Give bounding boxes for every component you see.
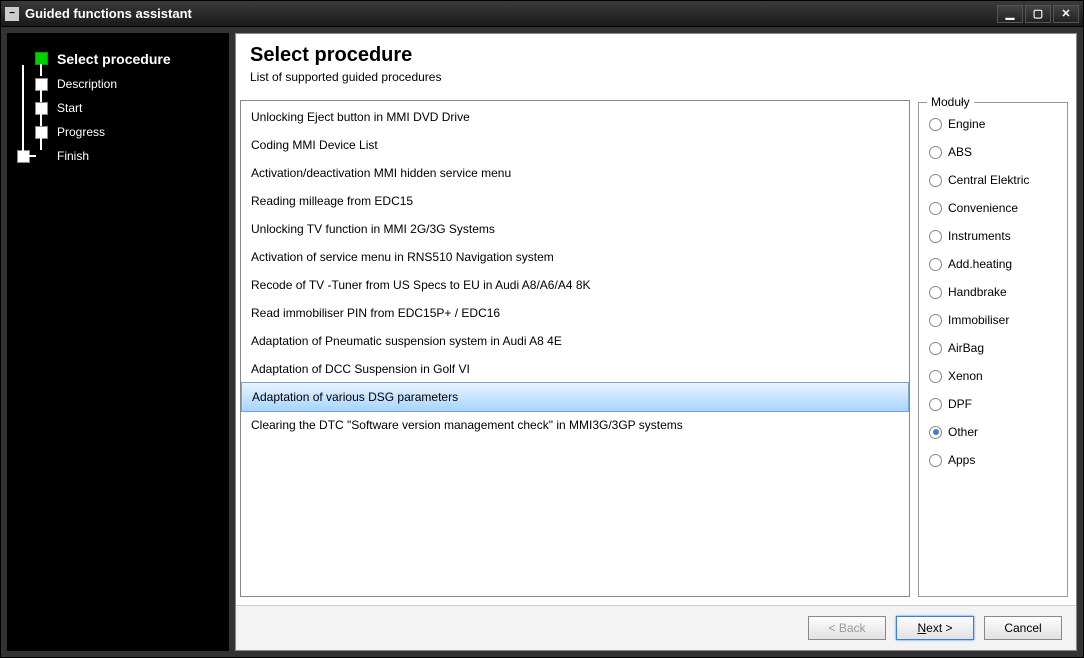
module-radio-item[interactable]: Other (929, 425, 1057, 439)
back-label: < Back (828, 621, 865, 635)
cancel-button[interactable]: Cancel (984, 616, 1062, 640)
module-label: Handbrake (948, 285, 1007, 299)
page-title: Select procedure (250, 44, 1062, 67)
minimize-button[interactable]: ▁ (997, 5, 1023, 23)
step-label: Select procedure (57, 51, 171, 67)
module-radio-item[interactable]: Apps (929, 453, 1057, 467)
window-body: Select procedure Description Start Progress… (1, 27, 1083, 657)
module-label: Convenience (948, 201, 1018, 215)
radio-icon (929, 230, 942, 243)
step-item[interactable]: Start (35, 97, 221, 119)
module-label: AirBag (948, 341, 984, 355)
module-radio-item[interactable]: Central Elektric (929, 173, 1057, 187)
radio-icon (929, 118, 942, 131)
module-radio-item[interactable]: Xenon (929, 369, 1057, 383)
radio-icon (929, 426, 942, 439)
module-label: Xenon (948, 369, 983, 383)
main-area: Select procedure List of supported guide… (235, 33, 1077, 651)
step-list: Select procedure Description Start Progress… (35, 47, 221, 167)
back-button: < Back (808, 616, 886, 640)
procedure-item[interactable]: Coding MMI Device List (241, 131, 909, 159)
radio-icon (929, 286, 942, 299)
module-label: Add.heating (948, 257, 1012, 271)
procedure-item[interactable]: Clearing the DTC "Software version manag… (241, 411, 909, 439)
next-button[interactable]: Next > (896, 616, 974, 640)
maximize-button[interactable]: ▢ (1025, 5, 1051, 23)
module-radio-item[interactable]: AirBag (929, 341, 1057, 355)
module-radio-item[interactable]: Instruments (929, 229, 1057, 243)
procedure-item[interactable]: Reading milleage from EDC15 (241, 187, 909, 215)
window-frame: − Guided functions assistant ▁ ▢ ✕ Selec… (0, 0, 1084, 658)
window-controls: ▁ ▢ ✕ (997, 5, 1079, 23)
module-radio-list: Engine ABS Central Elektric Convenience Inst… (929, 117, 1057, 467)
module-radio-item[interactable]: Immobiliser (929, 313, 1057, 327)
radio-icon (929, 174, 942, 187)
procedure-item[interactable]: Read immobiliser PIN from EDC15P+ / EDC1… (241, 299, 909, 327)
radio-icon (929, 314, 942, 327)
titlebar[interactable]: − Guided functions assistant ▁ ▢ ✕ (1, 1, 1083, 27)
procedure-item[interactable]: Activation/deactivation MMI hidden servi… (241, 159, 909, 187)
radio-icon (929, 258, 942, 271)
step-item[interactable]: Description (35, 73, 221, 95)
header-area: Select procedure List of supported guide… (236, 34, 1076, 96)
page-subtitle: List of supported guided procedures (250, 70, 1062, 84)
module-radio-item[interactable]: Engine (929, 117, 1057, 131)
procedure-item[interactable]: Activation of service menu in RNS510 Nav… (241, 243, 909, 271)
module-radio-item[interactable]: DPF (929, 397, 1057, 411)
module-label: Engine (948, 117, 985, 131)
module-group: Moduły EngineABSCentral ElektricConvenie… (918, 102, 1068, 597)
step-item[interactable]: Select procedure (35, 47, 221, 71)
step-item[interactable]: Progress (35, 121, 221, 143)
content-row: Unlocking Eject button in MMI DVD DriveC… (236, 96, 1076, 605)
radio-icon (929, 202, 942, 215)
radio-icon (929, 454, 942, 467)
app-icon: − (5, 7, 19, 21)
procedure-item[interactable]: Unlocking TV function in MMI 2G/3G Syste… (241, 215, 909, 243)
procedure-item[interactable]: Adaptation of Pneumatic suspension syste… (241, 327, 909, 355)
module-label: DPF (948, 397, 972, 411)
procedure-item[interactable]: Adaptation of DCC Suspension in Golf VI (241, 355, 909, 383)
module-legend: Moduły (927, 96, 974, 109)
procedure-item[interactable]: Adaptation of various DSG parameters (241, 382, 909, 412)
module-label: Apps (948, 453, 975, 467)
procedure-list[interactable]: Unlocking Eject button in MMI DVD DriveC… (240, 100, 910, 597)
radio-icon (929, 398, 942, 411)
next-suffix: ext > (926, 621, 952, 635)
cancel-label: Cancel (1004, 621, 1041, 635)
wizard-footer: < Back Next > Cancel (236, 605, 1076, 650)
module-label: Instruments (948, 229, 1011, 243)
step-item[interactable]: Finish (35, 145, 221, 167)
module-radio-item[interactable]: Convenience (929, 201, 1057, 215)
close-button[interactable]: ✕ (1053, 5, 1079, 23)
radio-icon (929, 342, 942, 355)
procedure-item[interactable]: Recode of TV -Tuner from US Specs to EU … (241, 271, 909, 299)
step-label: Progress (57, 125, 105, 139)
module-label: Immobiliser (948, 313, 1009, 327)
procedure-item[interactable]: Unlocking Eject button in MMI DVD Drive (241, 103, 909, 131)
module-label: Other (948, 425, 978, 439)
window-title: Guided functions assistant (25, 6, 997, 21)
radio-icon (929, 146, 942, 159)
radio-icon (929, 370, 942, 383)
module-label: ABS (948, 145, 972, 159)
module-radio-item[interactable]: ABS (929, 145, 1057, 159)
module-label: Central Elektric (948, 173, 1029, 187)
module-radio-item[interactable]: Add.heating (929, 257, 1057, 271)
step-label: Finish (57, 149, 89, 163)
step-label: Description (57, 77, 117, 91)
module-radio-item[interactable]: Handbrake (929, 285, 1057, 299)
step-label: Start (57, 101, 82, 115)
wizard-sidebar: Select procedure Description Start Progress… (7, 33, 229, 651)
next-mnemonic: N (917, 621, 926, 635)
